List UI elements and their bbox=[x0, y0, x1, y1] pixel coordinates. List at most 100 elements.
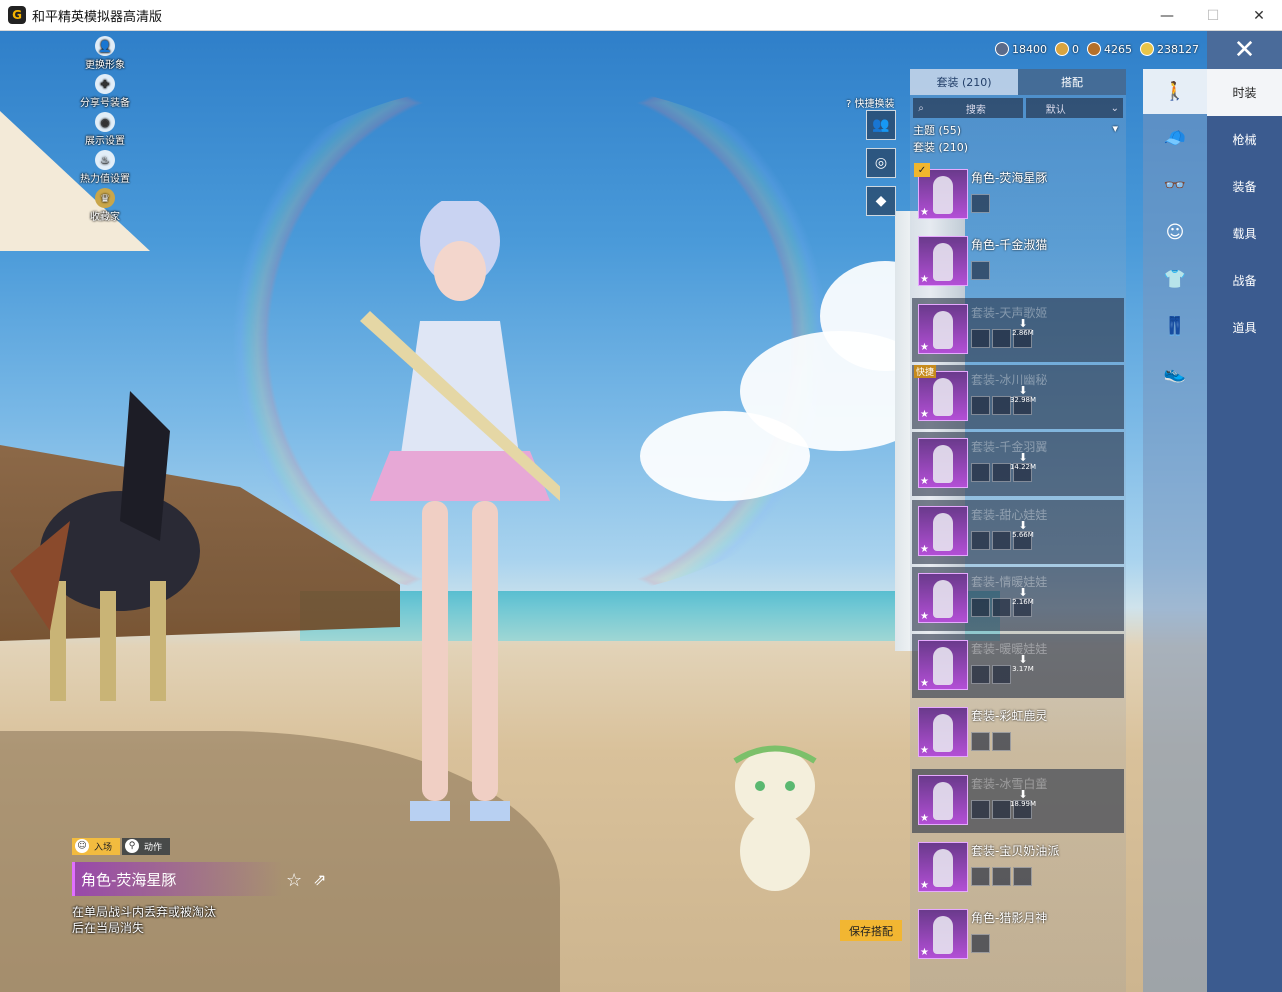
left-menu-label: 收藏家 bbox=[90, 212, 120, 223]
category-goggles-button[interactable]: 👓 bbox=[1143, 163, 1207, 208]
side-tab[interactable]: 道具 bbox=[1207, 304, 1282, 351]
close-window-button[interactable]: ✕ bbox=[1236, 0, 1282, 31]
gold-coin-icon bbox=[1140, 42, 1154, 56]
download-indicator[interactable]: ⬇ 2.16M bbox=[1008, 587, 1038, 606]
category-face-button[interactable]: ☺ bbox=[1143, 210, 1207, 255]
download-indicator[interactable]: ⬇ 32.98M bbox=[1008, 385, 1038, 404]
outfit-list-item[interactable]: ★ 角色-荧海星豚 ✓ bbox=[912, 163, 1124, 227]
quick-change-slot[interactable]: ◎ bbox=[866, 148, 896, 178]
theme-filter[interactable]: 主题 (55) ▾ bbox=[910, 122, 1126, 139]
collector-button[interactable]: ♛ 收藏家 bbox=[60, 188, 150, 223]
quick-change-label[interactable]: ? 快捷换装 bbox=[846, 95, 895, 110]
outfit-list-item[interactable]: ★ 套装-甜心娃娃 ⬇ 5.66M bbox=[912, 499, 1124, 564]
outfit-parts bbox=[971, 261, 1124, 281]
tab-suits[interactable]: 套装 (210) bbox=[910, 69, 1018, 95]
outfit-list-item[interactable]: ★ 角色-猎影月神 bbox=[912, 903, 1124, 967]
figure-preview bbox=[933, 849, 953, 887]
quick-change-slot[interactable]: 👥 bbox=[866, 110, 896, 140]
display-settings-button[interactable]: ◉ 展示设置 bbox=[60, 112, 150, 147]
category-pants-button[interactable]: 👖 bbox=[1143, 304, 1207, 349]
download-icon: ⬇ bbox=[1018, 585, 1028, 599]
download-indicator[interactable]: ⬇ 14.22M bbox=[1008, 452, 1038, 471]
outfit-info: 套装-暖暖娃娃 bbox=[971, 634, 1124, 698]
character-name: 角色-荧海星豚 bbox=[72, 862, 282, 896]
outfit-part-thumb bbox=[1013, 867, 1032, 886]
heat-settings-button[interactable]: ♨ 热力值设置 bbox=[60, 150, 150, 185]
outfit-list-item[interactable]: ★ 套装-暖暖娃娃 ⬇ 3.17M bbox=[912, 634, 1124, 699]
download-indicator[interactable]: ⬇ 18.99M bbox=[1008, 789, 1038, 808]
share-icon[interactable]: ⇗ bbox=[313, 870, 326, 889]
outfit-info: 套装-宝贝奶油派 bbox=[971, 836, 1124, 900]
mode-tab-label: 动作 bbox=[144, 843, 163, 853]
minimize-button[interactable]: — bbox=[1144, 0, 1190, 31]
download-indicator[interactable]: ⬇ 3.17M bbox=[1008, 654, 1038, 673]
outfit-part-thumb bbox=[971, 395, 990, 415]
left-menu-label: 分享号装备 bbox=[80, 98, 130, 109]
left-menu-label: 更换形象 bbox=[85, 60, 125, 71]
currency-value: 4265 bbox=[1104, 42, 1132, 56]
download-indicator[interactable]: ⬇ 5.66M bbox=[1008, 520, 1038, 539]
side-tab[interactable]: 战备 bbox=[1207, 257, 1282, 304]
outfit-list-item[interactable]: ★ 套装-天声歌姬 ⬇ 2.86M bbox=[912, 297, 1124, 362]
category-outfit-button[interactable]: 👕 bbox=[1143, 257, 1207, 302]
outfit-list-item[interactable]: ★ 套装-冰雪白童 ⬇ 18.99M bbox=[912, 768, 1124, 833]
figure-preview bbox=[933, 512, 953, 551]
suit-filter[interactable]: 套装 (210) bbox=[910, 139, 1126, 156]
quick-change-slot[interactable]: ◆ bbox=[866, 186, 896, 216]
side-tab[interactable]: 时装 bbox=[1207, 69, 1282, 116]
gold-g-coin-icon bbox=[1055, 42, 1069, 56]
outfit-thumbnail: ★ bbox=[918, 640, 968, 691]
currency-value: 238127 bbox=[1157, 42, 1199, 56]
outfit-list-item[interactable]: ★ 套装-千金羽翼 ⬇ 14.22M bbox=[912, 432, 1124, 497]
close-panel-button[interactable]: ✕ bbox=[1207, 31, 1282, 69]
outfit-list-item[interactable]: ★ 套装-情暖娃娃 ⬇ 2.16M bbox=[912, 566, 1124, 631]
side-tab[interactable]: 载具 bbox=[1207, 210, 1282, 257]
download-icon: ⬇ bbox=[1018, 383, 1028, 397]
outfit-list-panel: 套装 (210) 搭配 ⌕ 搜索 默认 ⌄ 主题 (55) ▾ 套装 (210)… bbox=[910, 69, 1126, 992]
tab-combos[interactable]: 搭配 bbox=[1018, 69, 1126, 95]
outfit-parts bbox=[971, 597, 1124, 617]
eye-icon: ◉ bbox=[95, 112, 115, 132]
mode-tab-label: 入场 bbox=[94, 843, 113, 853]
sort-dropdown[interactable]: 默认 ⌄ bbox=[1025, 98, 1123, 118]
tab-entrance[interactable]: ☺ 入场 bbox=[72, 838, 121, 855]
outfit-info: 套装-彩虹鹿灵 bbox=[971, 701, 1124, 765]
outfit-list-item[interactable]: ★ 套装-冰川幽秘 ⬇ 32.98M 快捷 bbox=[912, 364, 1124, 429]
outfit-list-item[interactable]: ★ 角色-千金淑猫 bbox=[912, 230, 1124, 294]
figure-preview bbox=[933, 445, 953, 484]
pose-icon: ⚲ bbox=[125, 839, 140, 853]
download-icon: ⬇ bbox=[1018, 653, 1028, 667]
figure-preview bbox=[933, 781, 953, 820]
outfit-thumbnail: ★ bbox=[918, 909, 968, 960]
download-indicator[interactable]: ⬇ 2.86M bbox=[1008, 318, 1038, 337]
figure-preview bbox=[933, 714, 953, 753]
outfit-name: 套装-千金羽翼 bbox=[971, 440, 1048, 455]
share-gear-button[interactable]: ✚ 分享号装备 bbox=[60, 74, 150, 109]
side-tab[interactable]: 枪械 bbox=[1207, 116, 1282, 163]
category-cap-button[interactable]: 🧢 bbox=[1143, 116, 1207, 161]
shoes-icon: 👟 bbox=[1163, 363, 1187, 384]
outfit-part-thumb bbox=[971, 799, 990, 819]
outfit-parts bbox=[971, 530, 1124, 550]
outfit-list-item[interactable]: ★ 套装-彩虹鹿灵 bbox=[912, 701, 1124, 765]
favorite-star-icon[interactable]: ☆ bbox=[286, 870, 302, 891]
left-menu-label: 热力值设置 bbox=[80, 174, 130, 185]
save-combo-button[interactable]: 保存搭配 bbox=[840, 920, 902, 941]
list-tabs: 套装 (210) 搭配 bbox=[910, 69, 1126, 95]
search-input[interactable]: ⌕ 搜索 bbox=[913, 98, 1023, 118]
change-appearance-button[interactable]: 👤 更换形象 bbox=[60, 36, 150, 71]
category-figure-button[interactable]: 🚶 bbox=[1143, 69, 1207, 114]
search-placeholder: 搜索 bbox=[965, 104, 986, 116]
download-icon: ⬇ bbox=[1018, 316, 1028, 330]
category-shoes-button[interactable]: 👟 bbox=[1143, 351, 1207, 396]
side-tab[interactable]: 装备 bbox=[1207, 163, 1282, 210]
maximize-button[interactable]: ☐ bbox=[1190, 0, 1236, 31]
help-icon: ? bbox=[846, 99, 852, 110]
outfit-name: 套装-情暖娃娃 bbox=[971, 574, 1048, 589]
tab-action[interactable]: ⚲ 动作 bbox=[122, 838, 171, 855]
category-column: 🚶 🧢 👓 ☺ 👕 👖 👟 bbox=[1143, 69, 1207, 992]
outfit-name: 套装-暖暖娃娃 bbox=[971, 642, 1048, 657]
outfit-list-item[interactable]: ★ 套装-宝贝奶油派 bbox=[912, 836, 1124, 900]
outfit-parts bbox=[971, 328, 1124, 348]
download-size: 2.86M bbox=[1012, 328, 1034, 337]
